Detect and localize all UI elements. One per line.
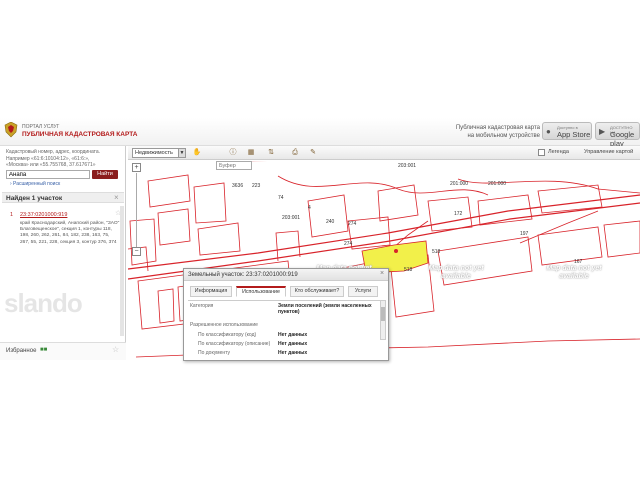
mobile-promo-line-2: на мобильном устройстве [467,133,540,139]
tab-usage[interactable]: Использование [236,286,286,297]
row-value: Нет данных [278,350,308,356]
result-address: край Краснодарский, Анапский район, "ЗАО… [20,221,120,245]
zoom-control: + − [132,163,142,263]
favorites-bar: Избранное ■■ ☆ [0,342,126,360]
row-value: Земли поселений (земли населенных пункто… [278,303,372,315]
parcel-label: 203:001 [398,163,417,169]
popup-title: Земельный участок: 23:37:0201000:919 [188,272,298,278]
parcel-label: 167 [574,259,583,265]
parcel-label: 172 [454,211,463,217]
parcel-marker-icon[interactable] [394,249,398,253]
parcel-label: 201:000 [450,181,469,187]
zoom-out-button[interactable]: − [132,247,141,256]
usage-table: Категория Земли поселений (земли населен… [188,300,380,360]
close-results-icon[interactable]: × [114,193,119,202]
row-key: По документу [198,350,230,356]
parcel-info-popup: Земельный участок: 23:37:0201000:919 × И… [183,268,389,361]
parcel-label: 223 [252,183,261,189]
watermark: slando [4,288,83,318]
tab-who-serves[interactable]: Кто обслуживает? [290,286,344,297]
manage-map-label[interactable]: Управление картой [584,149,633,155]
result-cadastral-link[interactable]: 23:37:0201000:919 [20,212,67,218]
layer-select[interactable]: Недвижимость [132,148,184,158]
results-header: Найден 1 участок × [2,192,124,203]
favorites-label[interactable]: Избранное [6,348,36,354]
parcel-label: 4 [308,205,311,211]
measure-area-icon[interactable]: ▦ [246,148,256,158]
app-title[interactable]: ПУБЛИЧНАЯ КАДАСТРОВАЯ КАРТА [22,131,137,138]
play-icon: ▶ [599,127,606,136]
search-hint: Кадастровый номер, адрес, координата. На… [6,149,124,169]
parcel-label: 274 [344,241,353,247]
parcel-label: 203:001 [282,215,301,221]
map-nodata-text-2: Map data not yet available [428,265,484,280]
map-toolbar: Недвижимость ▼ ✋ ⓘ ▦ ⇅ ⎙ ✎ Легенда Управ… [128,146,640,160]
search-hint-line-3: «Москва» или «55.755768, 37.617671» [6,162,96,168]
popup-scroll-thumb[interactable] [381,307,385,321]
cadastral-map-app: ПОРТАЛ УСЛУГ ПУБЛИЧНАЯ КАДАСТРОВАЯ КАРТА… [0,118,640,361]
parcel-label: 201:000 [488,181,507,187]
emblem-icon [4,122,18,138]
row-key: Разрешенное использование [190,322,258,328]
measure-length-icon[interactable]: ⇅ [266,148,276,158]
parcel-label: 518 [404,267,413,273]
results-scrollbar[interactable] [120,206,124,336]
search-input[interactable] [6,170,90,179]
popup-header: Земельный участок: 23:37:0201000:919 × [184,269,388,281]
mobile-promo-line-1: Публичная кадастровая карта [455,125,540,131]
advanced-search-link[interactable]: › Расширенный поиск [10,181,60,187]
search-sidebar: Кадастровый номер, адрес, координата. На… [0,146,126,360]
buffer-input[interactable] [216,161,252,170]
app-store-label: App Store [557,130,591,139]
legend-label[interactable]: Легенда [548,149,569,155]
row-value: Нет данных [278,332,308,338]
google-play-button[interactable]: ▶ ДОСТУПНО НА Google play [595,122,640,148]
tab-services[interactable]: Услуги [348,286,378,297]
favorites-tools-icon[interactable]: ■■ [40,347,47,353]
zoom-slider-track[interactable] [136,173,137,247]
close-icon[interactable]: × [380,270,384,277]
parcel-label: 240 [326,219,335,225]
pan-tool-icon[interactable]: ✋ [192,148,202,158]
row-key: Категория [190,303,214,309]
chevron-down-icon[interactable]: ▼ [178,148,186,158]
info-tool-icon[interactable]: ⓘ [228,148,238,158]
legend-checkbox[interactable] [538,149,545,156]
row-key: По классификатору (описание) [198,341,271,347]
tab-information[interactable]: Информация [190,286,232,297]
parcel-label: 74 [278,195,284,201]
favorites-star-icon[interactable]: ☆ [112,345,119,354]
parcel-label: 197 [520,231,529,237]
portal-label: ПОРТАЛ УСЛУГ [22,124,60,130]
row-key: По классификатору (код) [198,332,257,338]
apple-icon: ● [546,127,551,136]
results-count-label: Найден 1 участок [6,195,63,202]
print-icon[interactable]: ⎙ [290,148,300,158]
find-button[interactable]: Найти [92,170,118,179]
row-value: Нет данных [278,341,308,347]
result-number: 1 [10,212,14,218]
parcel-label: 274 [348,221,357,227]
parcel-label: 518 [432,249,441,255]
parcel-label: 3636 [232,183,244,189]
map-nodata-text-3: Map data not yet available [546,265,602,280]
screenshot-root: { "header": { "portal_label": "ПОРТАЛ УС… [0,0,640,480]
app-header: ПОРТАЛ УСЛУГ ПУБЛИЧНАЯ КАДАСТРОВАЯ КАРТА… [0,118,640,148]
mobile-promo-text: Публичная кадастровая карта на мобильном… [430,124,540,140]
draw-tool-icon[interactable]: ✎ [308,148,318,158]
app-store-button[interactable]: ● Доступно в App Store [542,122,592,140]
zoom-in-button[interactable]: + [132,163,141,172]
